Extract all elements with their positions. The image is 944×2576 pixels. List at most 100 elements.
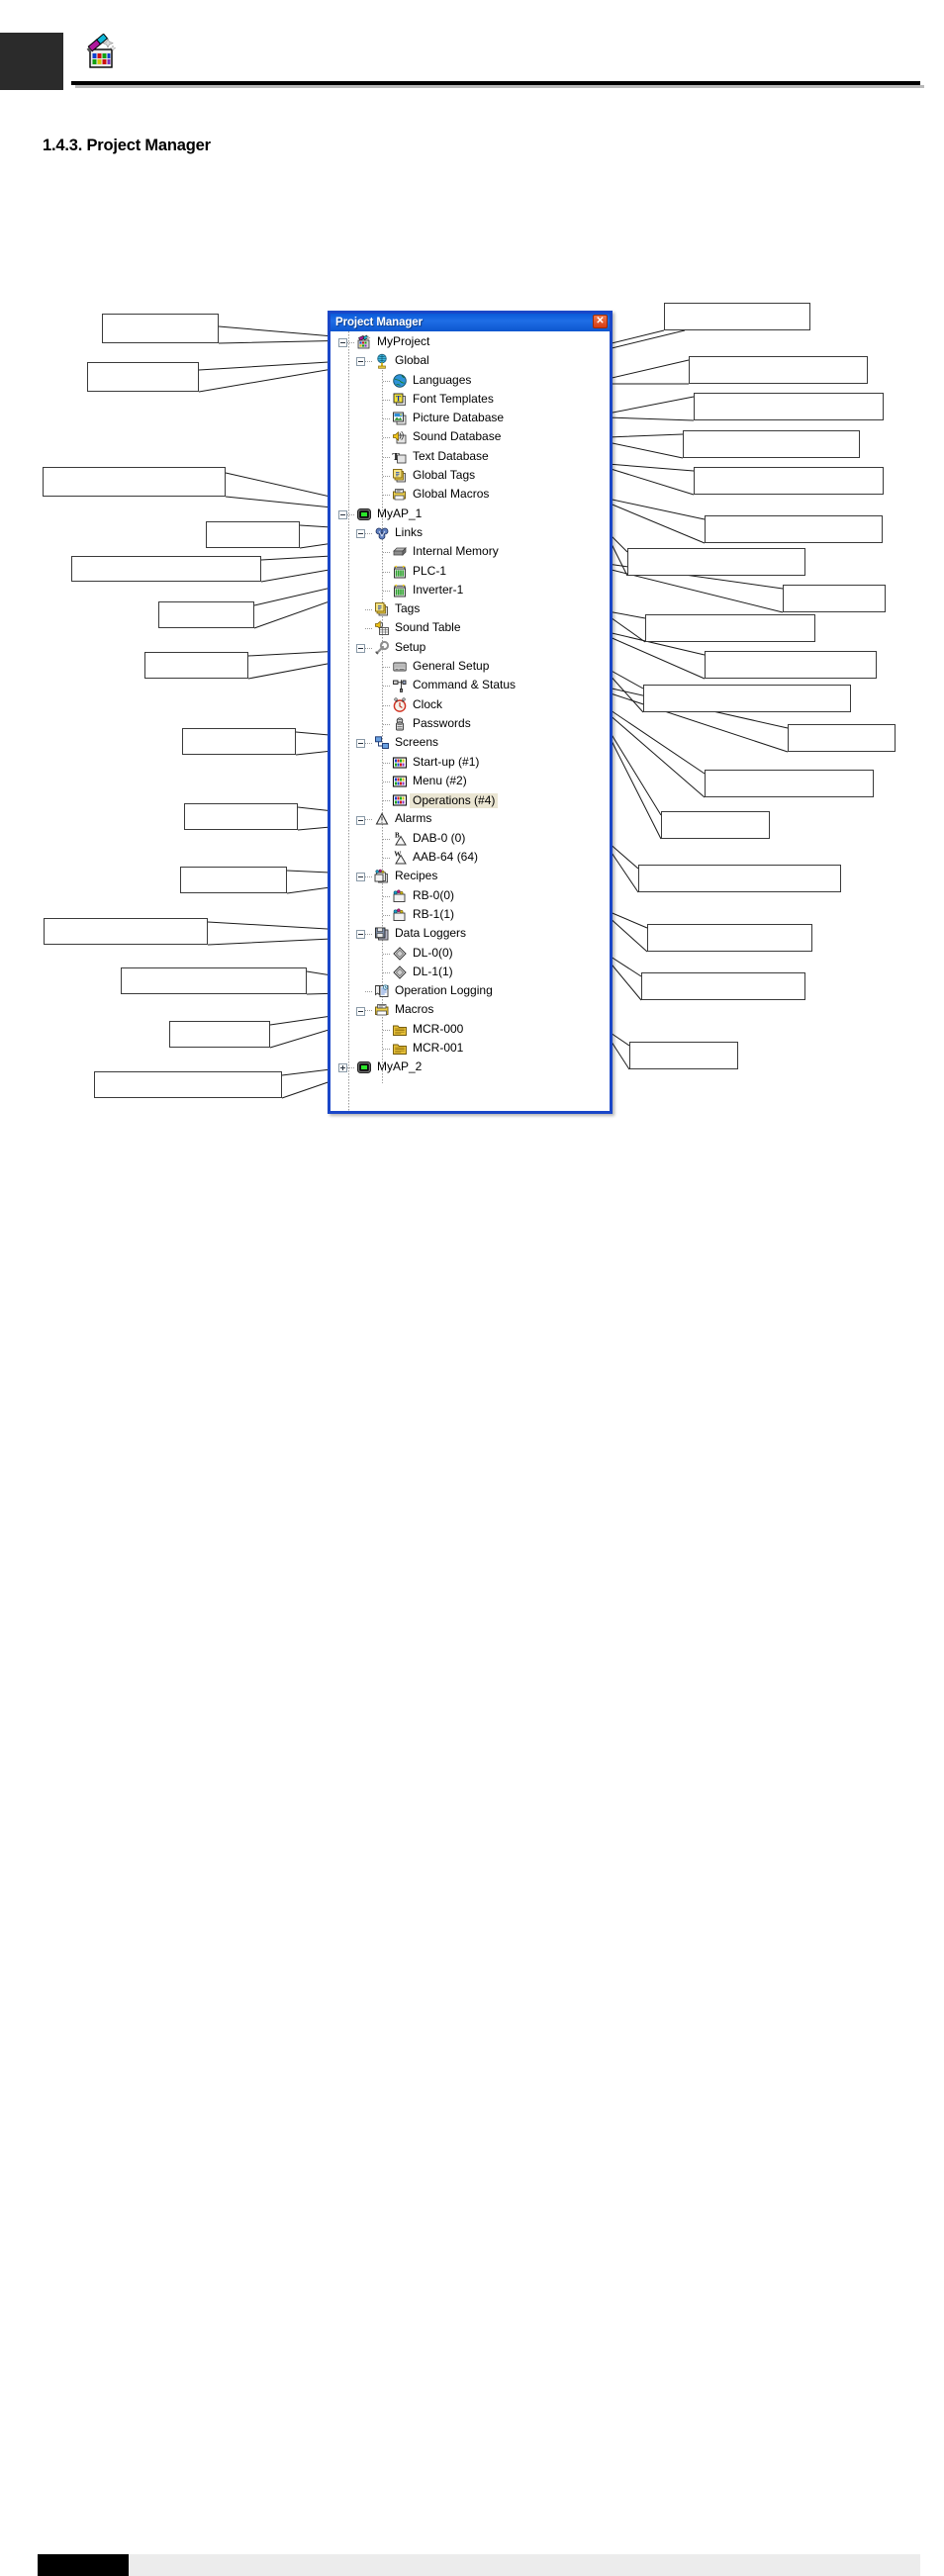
callout-r-clock: [705, 770, 874, 797]
tree-item-recipes[interactable]: Recipes: [330, 868, 610, 886]
tree-item-picture-database[interactable]: Picture Database: [330, 410, 610, 428]
tree-connector: [365, 628, 373, 630]
tree-connector: [365, 1010, 373, 1012]
collapse-icon[interactable]: [338, 509, 347, 519]
close-icon[interactable]: ✕: [593, 315, 608, 328]
callout-operation-logging: [121, 967, 307, 994]
collapse-icon[interactable]: [356, 930, 365, 940]
tree-connector: [347, 513, 355, 515]
tree-item-label: MyAP_2: [377, 1059, 423, 1074]
collapse-icon[interactable]: [338, 338, 347, 348]
project-tree[interactable]: MyProject Global Languages T Font Templates P…: [330, 331, 610, 1111]
tree-item-rb-0-0[interactable]: RB-0(0): [330, 887, 610, 906]
tree-item-label: Sound Table: [395, 620, 461, 635]
window-title: Project Manager: [335, 317, 423, 328]
tree-item-tags[interactable]: Tags: [330, 600, 610, 619]
tree-item-clock[interactable]: Clock: [330, 696, 610, 715]
callout-r-soundtable: [705, 651, 877, 679]
globe-pin-icon: [374, 353, 390, 369]
callout-recipes: [180, 867, 287, 893]
tree-item-plc-1[interactable]: PLC-1: [330, 563, 610, 582]
tree-item-label: DAB-0 (0): [413, 830, 466, 845]
tree-item-passwords[interactable]: Passwords: [330, 715, 610, 734]
tree-item-internal-memory[interactable]: Internal Memory: [330, 543, 610, 562]
tree-item-global-tags[interactable]: Global Tags: [330, 467, 610, 486]
tree-item-macros[interactable]: Macros: [330, 1001, 610, 1020]
tree-item-inverter-1[interactable]: Inverter-1: [330, 582, 610, 600]
tree-item-label: Recipes: [395, 869, 438, 883]
collapse-icon[interactable]: [356, 643, 365, 653]
macro-folder-icon: [392, 1041, 408, 1057]
application-icon: [356, 1059, 372, 1075]
tree-item-operations-4[interactable]: Operations (#4): [330, 791, 610, 810]
tree-item-label: Command & Status: [413, 678, 517, 692]
collapse-icon[interactable]: [356, 739, 365, 749]
tree-connector: [383, 399, 391, 401]
tree-item-label: RB-0(0): [413, 887, 455, 902]
tree-connector: [383, 704, 391, 706]
tree-item-label: DL-1(1): [413, 964, 453, 978]
collapse-icon[interactable]: [356, 873, 365, 882]
tree-item-rb-1-1[interactable]: RB-1(1): [330, 906, 610, 925]
page-title: 1.4.3. Project Manager: [43, 137, 211, 154]
tree-connector: [383, 1048, 391, 1050]
tree-item-myap-2[interactable]: MyAP_2: [330, 1058, 610, 1077]
tree-item-general-setup[interactable]: General Setup: [330, 658, 610, 677]
callout-myproject: [102, 314, 219, 343]
tree-connector: [365, 647, 373, 649]
tree-item-global-macros[interactable]: Global Macros: [330, 486, 610, 505]
tree-connector: [365, 991, 373, 993]
tree-item-screens[interactable]: Screens: [330, 734, 610, 753]
tree-connector: [383, 800, 391, 802]
tree-item-command-status[interactable]: Command & Status: [330, 677, 610, 695]
data-logger-icon: [392, 965, 408, 980]
header-rule-shadow: [75, 85, 924, 88]
collapse-icon[interactable]: [356, 815, 365, 825]
expand-icon[interactable]: [338, 1063, 347, 1073]
svg-text:T: T: [396, 394, 402, 403]
collapse-icon[interactable]: [356, 357, 365, 367]
tree-connector: [383, 571, 391, 573]
tree-item-operation-logging[interactable]: Operation Logging: [330, 982, 610, 1001]
tree-item-links[interactable]: Links: [330, 524, 610, 543]
tree-item-data-loggers[interactable]: Data Loggers: [330, 925, 610, 944]
tree-item-myproject[interactable]: MyProject: [330, 333, 610, 352]
tree-item-label: Languages: [413, 372, 472, 387]
tree-connector: [365, 743, 373, 745]
tree-item-global[interactable]: Global: [330, 352, 610, 371]
tree-item-mcr-001[interactable]: MCR-001: [330, 1040, 610, 1058]
collapse-icon[interactable]: [356, 529, 365, 539]
window-titlebar: Project Manager ✕: [330, 314, 610, 331]
tree-item-start-up-1[interactable]: Start-up (#1): [330, 754, 610, 773]
tags-icon: [374, 601, 390, 617]
tree-item-label: Font Templates: [413, 391, 494, 406]
tree-item-aab-64-64[interactable]: W AAB-64 (64): [330, 849, 610, 868]
tree-item-label: Tags: [395, 601, 421, 616]
callout-r-tags: [645, 614, 815, 642]
project-manager-window[interactable]: Project Manager ✕ MyProject Global Languag…: [328, 311, 613, 1114]
tree-item-setup[interactable]: Setup: [330, 639, 610, 658]
tree-item-dl-1-1[interactable]: DL-1(1): [330, 964, 610, 982]
tree-item-myap-1[interactable]: MyAP_1: [330, 506, 610, 524]
project-app-icon: [82, 33, 120, 71]
tree-item-sound-table[interactable]: Sound Table: [330, 619, 610, 638]
tree-item-mcr-000[interactable]: MCR-000: [330, 1021, 610, 1040]
tree-item-sound-database[interactable]: Sound Database: [330, 428, 610, 447]
tree-item-label: Setup: [395, 639, 426, 654]
callout-global: [87, 362, 199, 392]
callout-r-commandstatus: [788, 724, 896, 752]
callout-myap2: [94, 1071, 282, 1098]
tree-item-dab-0-0[interactable]: B DAB-0 (0): [330, 830, 610, 849]
callout-myap1-group: [43, 467, 226, 497]
collapse-icon[interactable]: [356, 1006, 365, 1016]
tree-item-text-database[interactable]: T Text Database: [330, 448, 610, 467]
tree-item-menu-2[interactable]: Menu (#2): [330, 773, 610, 791]
tree-connector: [383, 552, 391, 554]
callout-r-passwords: [661, 811, 770, 839]
tree-item-dl-0-0[interactable]: DL-0(0): [330, 945, 610, 964]
tree-item-languages[interactable]: Languages: [330, 372, 610, 391]
tree-connector: [383, 476, 391, 478]
tree-item-alarms[interactable]: Alarms: [330, 810, 610, 829]
tree-item-font-templates[interactable]: T Font Templates: [330, 391, 610, 410]
global-tags-icon: [392, 468, 408, 484]
